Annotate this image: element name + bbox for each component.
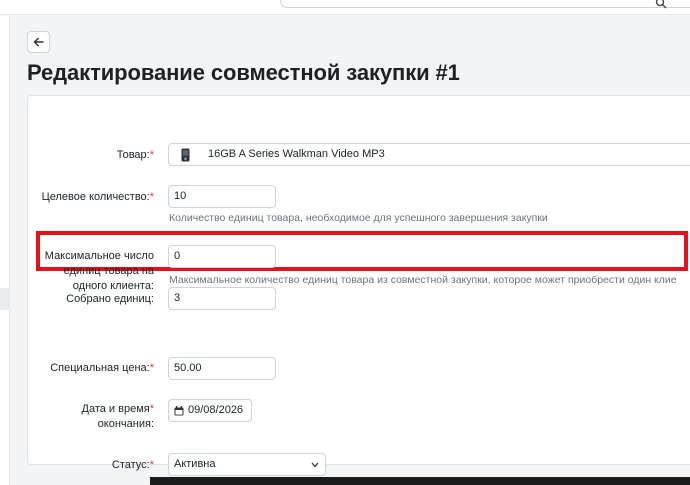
collected-units-label: Собрано единиц:: [66, 293, 154, 305]
back-button[interactable]: [27, 31, 50, 53]
top-bar: [0, 0, 690, 15]
end-datetime-label: Дата и время* окончания:: [81, 403, 155, 430]
page-title: Редактирование совместной закупки #1: [27, 60, 460, 85]
status-value: Активна: [174, 458, 216, 470]
collected-units-input[interactable]: 3: [168, 287, 276, 310]
status-select[interactable]: Активна: [168, 453, 326, 476]
product-label: Товар:*: [116, 149, 154, 161]
target-quantity-label: Целевое количество:*: [41, 191, 154, 203]
search-input[interactable]: [280, 0, 690, 8]
taskbar-strip: [150, 477, 690, 485]
max-per-client-help: Максимальное количество единиц товара из…: [169, 274, 677, 286]
max-per-client-label: Максимальное число единиц товара на одно…: [44, 250, 154, 292]
product-name: 16GB A Series Walkman Video MP3: [208, 148, 385, 160]
calendar-icon: [174, 406, 184, 416]
target-quantity-input[interactable]: 10: [168, 185, 276, 208]
special-price-label: Специальная цена:*: [50, 362, 154, 374]
arrow-left-icon: [32, 37, 43, 47]
product-field[interactable]: 16GB A Series Walkman Video MP3: [168, 143, 690, 166]
chevron-down-icon: [311, 462, 319, 468]
search-icon[interactable]: [655, 0, 667, 9]
max-per-client-input[interactable]: 0: [168, 245, 276, 268]
mp3-player-icon: [181, 148, 190, 162]
special-price-input[interactable]: 50.00: [168, 357, 276, 380]
sidebar: [0, 16, 10, 485]
end-date-input[interactable]: 09/08/2026: [168, 399, 252, 422]
target-quantity-help: Количество единиц товара, необходимое дл…: [169, 212, 548, 224]
sidebar-tab[interactable]: [0, 288, 10, 310]
end-date-value: 09/08/2026: [188, 404, 244, 416]
status-label: Статус:*: [111, 459, 154, 471]
